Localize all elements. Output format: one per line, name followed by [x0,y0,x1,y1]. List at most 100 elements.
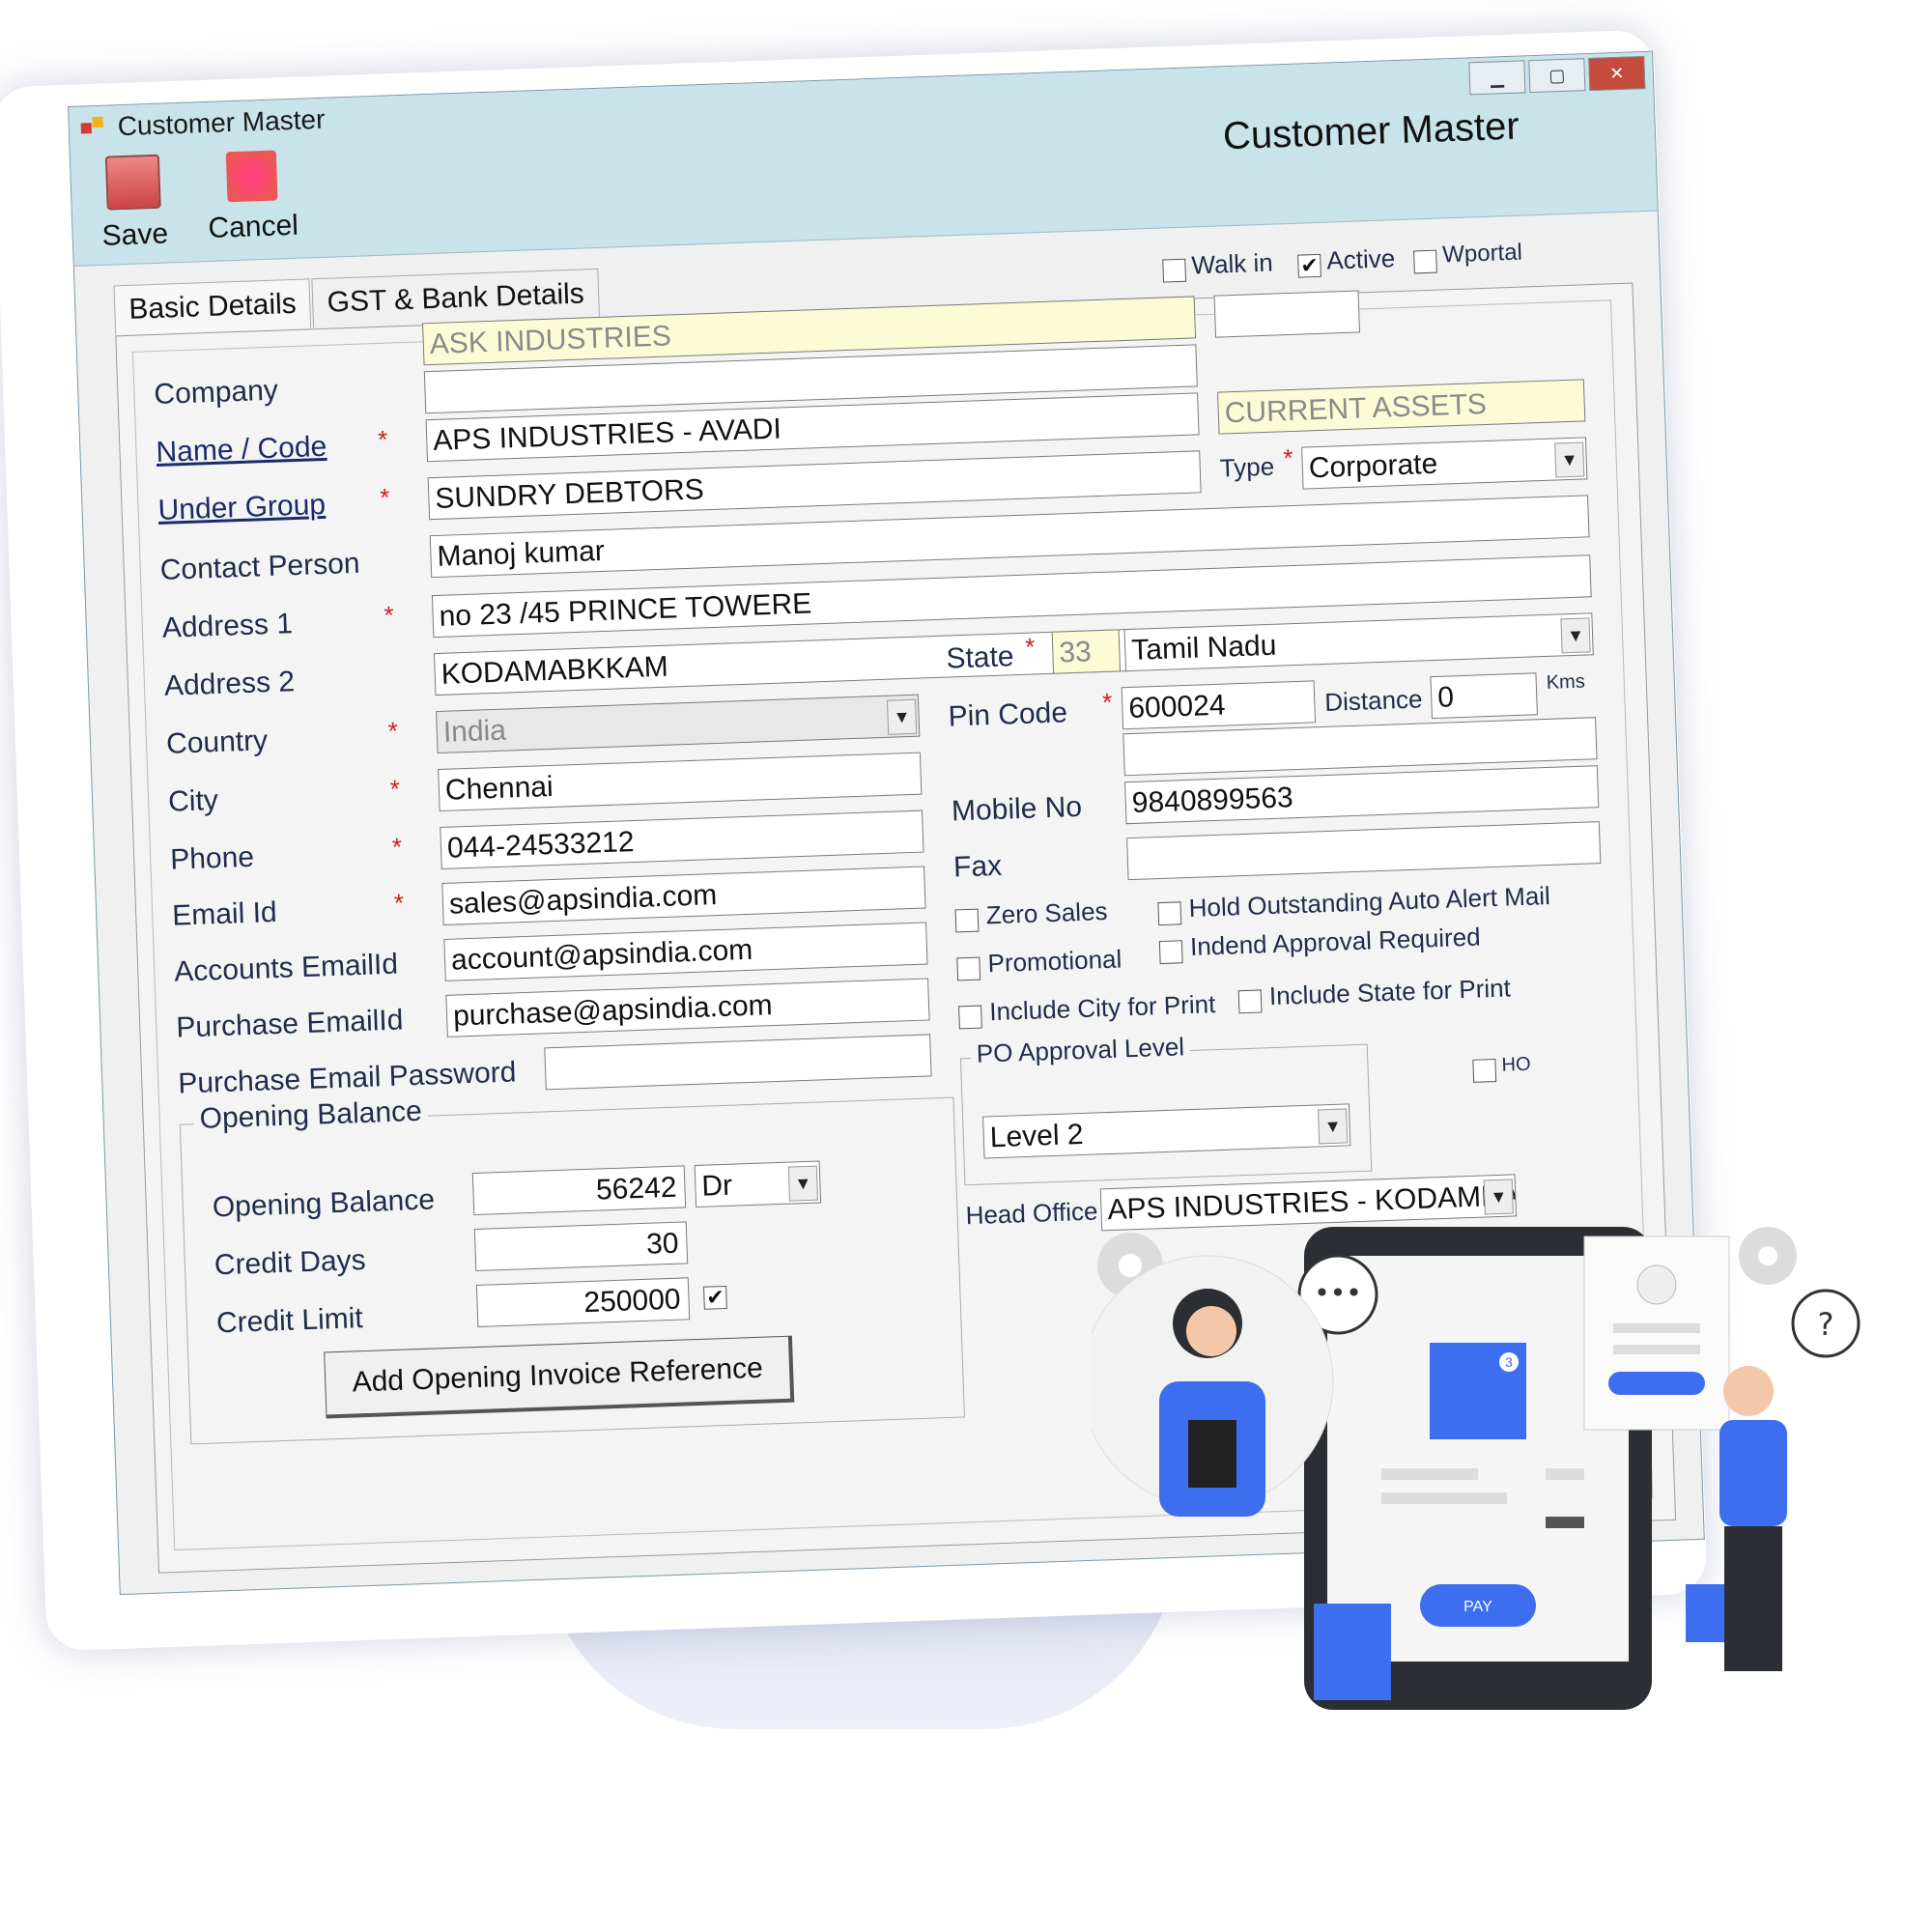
opening-balance-label: Opening Balance [212,1183,436,1224]
required-marker: * [1024,632,1036,662]
mobile-label: Mobile No [951,790,1083,828]
city-field[interactable]: Chennai [438,752,923,812]
wportal-label: Wportal [1441,239,1523,269]
required-marker: * [384,600,395,630]
ho-label: HO [1501,1053,1531,1076]
pay-label: PAY [1463,1599,1492,1615]
po-approval-select[interactable]: Level 2 ▼ [982,1103,1351,1159]
credit-days-label: Credit Days [213,1243,367,1282]
address2-label: Address 2 [163,666,296,702]
save-label: Save [101,217,169,252]
required-marker: * [391,832,403,862]
walk-in-label: Walk in [1190,247,1274,280]
opening-balance-field[interactable]: 56242 [471,1165,687,1216]
close-button[interactable]: ✕ [1588,56,1646,92]
phone-field[interactable]: 044-24533212 [440,810,924,869]
fax-field[interactable] [1126,821,1602,881]
credit-limit-checkbox[interactable]: ✔ [703,1285,727,1310]
code-field[interactable] [1213,290,1360,338]
company-label: Company [153,374,279,412]
country-select[interactable]: India ▼ [436,694,921,754]
po-approval-group: PO Approval Level Level 2 ▼ [959,1032,1373,1186]
name-code-link[interactable]: Name / Code [156,431,327,469]
pin-code-label: Pin Code [948,696,1068,733]
minimize-button[interactable]: ▁ [1468,60,1526,96]
country-value: India [442,714,507,749]
active-checkbox[interactable]: ✔ [1297,253,1321,278]
chevron-down-icon[interactable]: ▼ [886,698,918,735]
hold-outstanding-label: Hold Outstanding Auto Alert Mail [1188,880,1551,923]
email-field[interactable]: sales@apsindia.com [441,866,926,925]
maximize-button[interactable]: ▢ [1528,58,1586,94]
country-label: Country [165,724,269,760]
under-group-link[interactable]: Under Group [157,489,327,527]
indend-approval-checkbox[interactable] [1158,940,1183,965]
wportal-checkbox[interactable] [1413,249,1437,274]
shopping-bag-icon [1686,1584,1724,1642]
cancel-label: Cancel [207,209,299,244]
zero-sales-checkbox[interactable] [954,908,980,933]
include-city-label: Include City for Print [988,989,1216,1027]
required-marker: * [379,482,390,512]
credit-days-field[interactable]: 30 [473,1221,689,1271]
customer-figure [1723,1366,1774,1416]
zero-sales-label: Zero Sales [985,895,1108,930]
group-type-field: CURRENT ASSETS [1217,379,1586,435]
chevron-down-icon[interactable]: ▼ [787,1165,818,1202]
distance-label: Distance [1323,684,1423,717]
chat-dots: ••• [1314,1277,1362,1309]
credit-limit-label: Credit Limit [215,1302,364,1340]
state-value: Tamil Nadu [1130,629,1277,667]
add-opening-invoice-button[interactable]: Add Opening Invoice Reference [324,1335,795,1419]
city-label: City [167,784,219,818]
mobile-field[interactable]: 9840899563 [1124,765,1600,825]
state-label: State [945,640,1015,675]
chevron-down-icon[interactable]: ▼ [1560,617,1591,654]
question-mark: ? [1818,1306,1834,1343]
opening-balance-group-title: Opening Balance [193,1094,429,1137]
purchase-email-password-label: Purchase Email Password [177,1056,517,1100]
type-value: Corporate [1308,447,1438,485]
drcr-value: Dr [700,1169,733,1203]
cancel-icon [225,150,278,203]
accounts-email-label: Accounts EmailId [173,948,399,988]
hold-outstanding-checkbox[interactable] [1157,901,1182,926]
phone-label: Phone [169,840,255,876]
tab-basic-details[interactable]: Basic Details [113,278,312,335]
type-select[interactable]: Corporate ▼ [1301,437,1588,490]
required-marker: * [1282,442,1294,473]
state-select[interactable]: Tamil Nadu ▼ [1123,612,1594,672]
type-label: Type [1219,451,1275,483]
credit-limit-field[interactable]: 250000 [475,1277,691,1327]
under-group-field[interactable]: SUNDRY DEBTORS [427,450,1202,521]
chevron-down-icon[interactable]: ▼ [1318,1108,1349,1145]
cancel-button[interactable]: Cancel [206,150,299,245]
header-title: Customer Master [1222,104,1520,158]
purchase-email-field[interactable]: purchase@apsindia.com [445,978,930,1037]
distance-unit: Kms [1546,670,1586,694]
promotional-checkbox[interactable] [956,956,981,981]
ho-checkbox[interactable] [1472,1059,1497,1083]
fax-label: Fax [952,849,1003,884]
accounts-email-field[interactable]: account@apsindia.com [443,922,928,981]
po-approval-value: Level 2 [989,1118,1085,1154]
walk-in-checkbox[interactable] [1162,258,1187,283]
include-state-checkbox[interactable] [1237,989,1263,1014]
chevron-down-icon[interactable]: ▼ [1554,441,1585,478]
po-approval-title: PO Approval Level [970,1032,1191,1069]
ecommerce-illustration: 3 PAY ••• ? [1081,1217,1884,1719]
purchase-email-label: Purchase EmailId [175,1004,404,1044]
drcr-select[interactable]: Dr ▼ [694,1160,822,1208]
distance-field[interactable]: 0 [1430,672,1538,720]
app-icon [80,116,106,139]
chevron-down-icon[interactable]: ▼ [1483,1179,1514,1215]
state-code-field: 33 [1051,629,1122,674]
shopping-bag-icon [1314,1604,1391,1700]
purchase-email-password-field[interactable] [544,1034,932,1091]
required-marker: * [377,424,388,454]
include-city-checkbox[interactable] [958,1005,982,1030]
pin-code-field[interactable]: 600024 [1121,680,1317,730]
save-button[interactable]: Save [99,154,169,252]
required-marker: * [1101,687,1113,717]
include-state-label: Include State for Print [1268,973,1512,1011]
